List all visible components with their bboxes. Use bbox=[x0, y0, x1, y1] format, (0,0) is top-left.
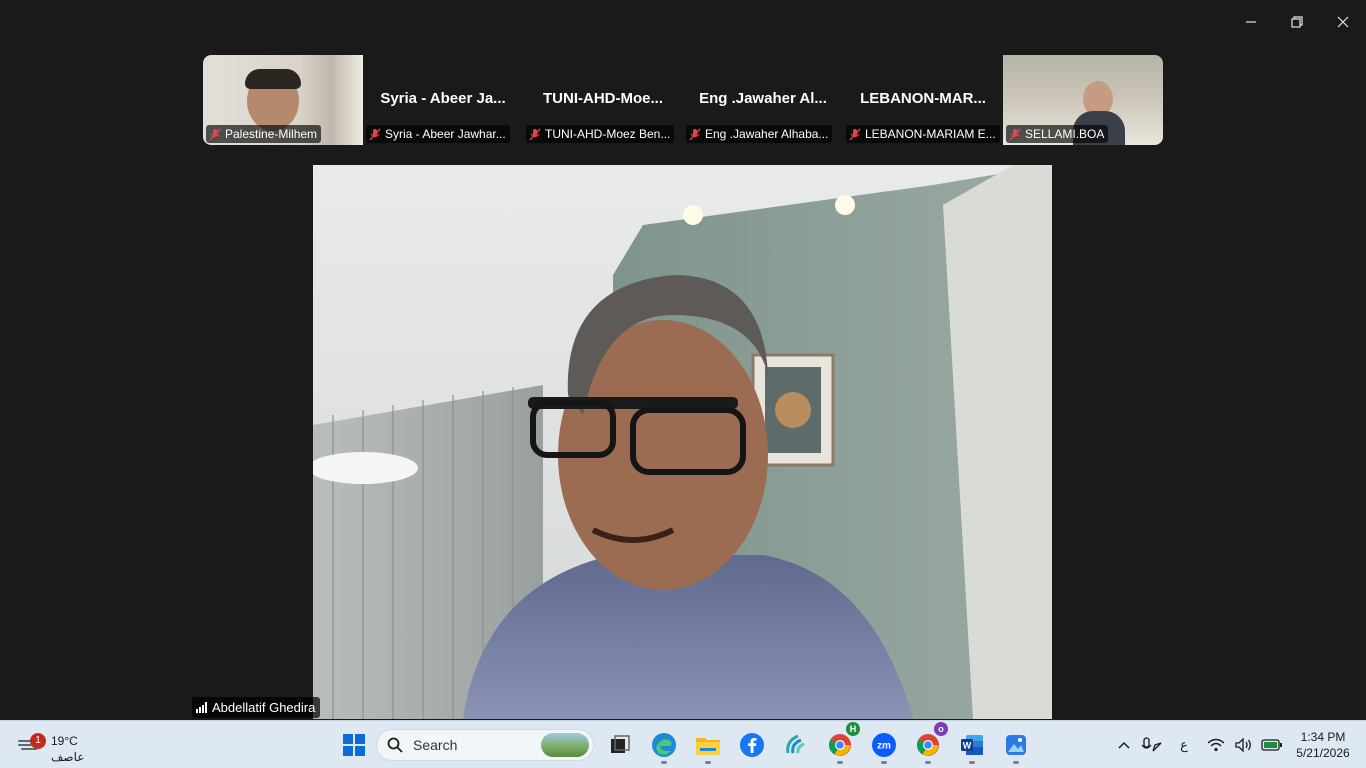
microphone-tray-button[interactable] bbox=[1138, 725, 1166, 765]
minimize-button[interactable] bbox=[1228, 0, 1274, 44]
copilot-app-button[interactable] bbox=[774, 725, 818, 765]
mic-muted-icon bbox=[689, 128, 701, 140]
svg-text:zm: zm bbox=[877, 741, 891, 752]
svg-text:W: W bbox=[963, 741, 972, 751]
participant-strip: Palestine-Milhem Syria - Abeer Ja... Syr… bbox=[203, 55, 1163, 145]
participant-name: TUNI-AHD-Moez Ben... bbox=[545, 127, 671, 141]
wifi-button[interactable] bbox=[1202, 725, 1230, 765]
window-controls bbox=[1228, 0, 1366, 44]
battery-charging-icon bbox=[1261, 739, 1282, 751]
start-button[interactable] bbox=[332, 725, 376, 765]
participant-tile[interactable]: Eng .Jawaher Al... Eng .Jawaher Alhaba..… bbox=[683, 55, 843, 145]
weather-alert-badge: 1 bbox=[30, 733, 46, 749]
chrome-icon bbox=[917, 734, 939, 756]
participant-tile[interactable]: Syria - Abeer Ja... Syria - Abeer Jawhar… bbox=[363, 55, 523, 145]
speaker-icon bbox=[1235, 738, 1251, 752]
search-placeholder: Search bbox=[413, 737, 458, 753]
weather-widget[interactable]: 1 19°C عاصف bbox=[16, 727, 106, 764]
participant-label: SELLAMI.BOA bbox=[1006, 125, 1109, 143]
task-view-button[interactable] bbox=[598, 725, 642, 765]
chrome-icon bbox=[829, 734, 851, 756]
input-language-button[interactable]: ع bbox=[1166, 725, 1202, 765]
facebook-app-button[interactable] bbox=[730, 725, 774, 765]
close-icon bbox=[1337, 16, 1349, 28]
photos-app-button[interactable] bbox=[994, 725, 1038, 765]
word-app-button[interactable]: W bbox=[950, 725, 994, 765]
chrome-profile-badge: o bbox=[934, 722, 948, 736]
speaker-video-frame bbox=[313, 165, 1052, 719]
participant-name: SELLAMI.BOA bbox=[1025, 127, 1105, 141]
participant-tile[interactable]: SELLAMI.BOA bbox=[1003, 55, 1163, 145]
participant-display-name: TUNI-AHD-Moe... bbox=[543, 90, 663, 107]
close-button[interactable] bbox=[1320, 0, 1366, 44]
clock-date: 5/21/2026 bbox=[1296, 746, 1350, 760]
windows-logo-icon bbox=[343, 734, 365, 756]
search-highlight-image bbox=[541, 733, 589, 757]
minimize-icon bbox=[1246, 21, 1256, 23]
wifi-icon bbox=[1207, 738, 1225, 752]
active-speaker-label: Abdellatif Ghedira bbox=[192, 697, 321, 718]
participant-tile[interactable]: TUNI-AHD-Moe... TUNI-AHD-Moez Ben... bbox=[523, 55, 683, 145]
participant-label: Eng .Jawaher Alhaba... bbox=[686, 125, 833, 143]
active-speaker-video[interactable] bbox=[313, 165, 1052, 719]
clock-time: 1:34 PM bbox=[1300, 730, 1346, 744]
windows-taskbar: 1 19°C عاصف Search H zm o W ع 1:34 PM 5/… bbox=[0, 720, 1366, 768]
participant-tile[interactable]: LEBANON-MAR... LEBANON-MARIAM E... bbox=[843, 55, 1003, 145]
participant-name: Eng .Jawaher Alhaba... bbox=[705, 127, 829, 141]
participant-name: Palestine-Milhem bbox=[225, 127, 318, 141]
task-view-icon bbox=[611, 735, 630, 753]
participant-name: Syria - Abeer Jawhar... bbox=[385, 127, 506, 141]
weather-temperature: 19°C bbox=[51, 734, 78, 748]
file-explorer-button[interactable] bbox=[686, 725, 730, 765]
restore-icon bbox=[1291, 16, 1303, 28]
taskbar-clock[interactable]: 1:34 PM 5/21/2026 bbox=[1286, 729, 1360, 761]
zoom-meeting-window: Palestine-Milhem Syria - Abeer Ja... Syr… bbox=[0, 0, 1366, 768]
mic-muted-icon bbox=[849, 128, 861, 140]
taskbar-search[interactable]: Search bbox=[376, 729, 594, 761]
battery-button[interactable] bbox=[1258, 725, 1286, 765]
word-icon: W bbox=[961, 735, 983, 755]
participant-label: Palestine-Milhem bbox=[206, 125, 322, 143]
chrome-profile-h-button[interactable]: H bbox=[818, 722, 862, 765]
show-hidden-icons-button[interactable] bbox=[1110, 725, 1138, 765]
chrome-profile-badge: H bbox=[846, 722, 860, 736]
mic-muted-icon bbox=[1009, 128, 1021, 140]
participant-label: Syria - Abeer Jawhar... bbox=[366, 125, 510, 143]
mic-muted-icon bbox=[369, 128, 381, 140]
participant-label: TUNI-AHD-Moez Ben... bbox=[526, 125, 675, 143]
system-tray: ع 1:34 PM 5/21/2026 bbox=[1110, 721, 1366, 768]
signal-strength-icon bbox=[196, 702, 207, 713]
participant-display-name: Syria - Abeer Ja... bbox=[380, 90, 506, 107]
restore-button[interactable] bbox=[1274, 0, 1320, 44]
chrome-profile-o-button[interactable]: o bbox=[906, 722, 950, 765]
taskbar-apps: Search H zm o W bbox=[332, 722, 1038, 765]
facebook-icon bbox=[740, 733, 764, 757]
wave-app-icon bbox=[786, 734, 805, 754]
volume-button[interactable] bbox=[1230, 725, 1258, 765]
participant-label: LEBANON-MARIAM E... bbox=[846, 125, 1000, 143]
photos-icon bbox=[1006, 735, 1026, 755]
participant-display-name: LEBANON-MAR... bbox=[860, 90, 986, 107]
mic-muted-icon bbox=[529, 128, 541, 140]
participant-tile[interactable]: Palestine-Milhem bbox=[203, 55, 363, 145]
chevron-up-icon bbox=[1118, 741, 1130, 749]
participant-name: LEBANON-MARIAM E... bbox=[865, 127, 996, 141]
search-icon bbox=[387, 737, 403, 753]
folder-icon bbox=[696, 738, 720, 755]
participant-display-name: Eng .Jawaher Al... bbox=[699, 90, 827, 107]
zoom-app-button[interactable]: zm bbox=[862, 725, 906, 765]
mic-location-icon bbox=[1141, 737, 1162, 752]
mic-muted-icon bbox=[209, 128, 221, 140]
weather-condition: عاصف bbox=[51, 750, 85, 764]
active-speaker-name: Abdellatif Ghedira bbox=[212, 700, 316, 715]
zoom-icon: zm bbox=[872, 733, 896, 757]
edge-app-button[interactable] bbox=[642, 725, 686, 765]
edge-icon bbox=[652, 733, 676, 757]
